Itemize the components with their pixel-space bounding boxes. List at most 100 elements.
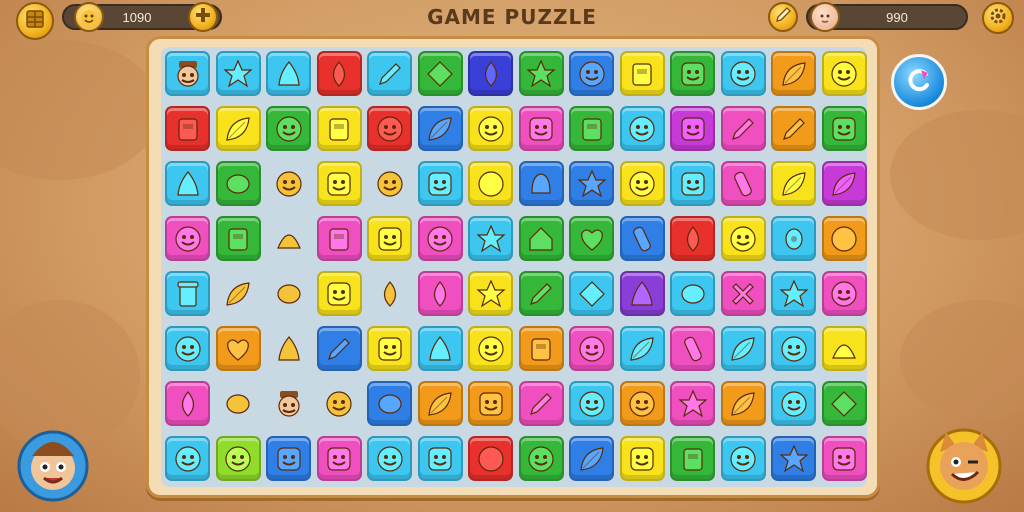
tile-circle[interactable] [821, 216, 867, 261]
tile-egg[interactable] [367, 381, 412, 426]
tile-cone[interactable] [417, 326, 463, 371]
tile-leaf[interactable] [216, 271, 261, 316]
tile-face[interactable] [417, 161, 463, 206]
tile-x[interactable] [720, 271, 766, 316]
tile-heart[interactable] [215, 326, 261, 371]
tile-smile[interactable] [266, 106, 311, 151]
tile-smile[interactable] [468, 326, 513, 371]
tile-face[interactable] [518, 106, 564, 151]
tile-star[interactable] [771, 271, 816, 316]
tile-face[interactable] [670, 161, 715, 206]
tile-face[interactable] [316, 161, 362, 206]
tile-leaf[interactable] [569, 436, 614, 481]
tile-face[interactable] [468, 381, 513, 426]
tile-circle[interactable] [468, 161, 513, 206]
tile-star[interactable] [569, 161, 614, 206]
tile-smile[interactable] [569, 326, 614, 371]
player-avatar[interactable] [14, 420, 92, 502]
tile-leaf[interactable] [720, 381, 766, 426]
tile-face[interactable] [316, 271, 362, 316]
tile-smile[interactable] [771, 381, 816, 426]
tile-smile[interactable] [518, 436, 564, 481]
tile-pencil[interactable] [518, 381, 564, 426]
tile-leaf[interactable] [771, 161, 816, 206]
tile-leaf[interactable] [417, 381, 463, 426]
tile-cone[interactable] [266, 51, 311, 96]
tile-smile[interactable] [619, 106, 665, 151]
tile-egg[interactable] [266, 271, 311, 316]
tile-circle[interactable] [468, 436, 513, 481]
tile-smile[interactable] [569, 381, 614, 426]
tile-pencil[interactable] [518, 271, 564, 316]
tile-star[interactable] [468, 216, 513, 261]
tile-box[interactable] [670, 436, 715, 481]
tile-smile[interactable] [619, 161, 665, 206]
tile-star[interactable] [215, 51, 261, 96]
tile-smile[interactable] [417, 216, 463, 261]
tile-leaf[interactable] [215, 106, 261, 151]
tile-bell[interactable] [518, 161, 564, 206]
tile-star[interactable] [670, 381, 715, 426]
tile-egg[interactable] [216, 381, 261, 426]
tile-face[interactable] [417, 436, 463, 481]
tile-star[interactable] [771, 436, 816, 481]
tile-face[interactable] [670, 106, 715, 151]
tile-cone[interactable] [266, 326, 311, 371]
tile-box[interactable] [619, 51, 665, 96]
tile-smile[interactable] [367, 436, 412, 481]
tile-smile[interactable] [165, 436, 210, 481]
tile-box[interactable] [569, 106, 614, 151]
tile-smile[interactable] [720, 216, 766, 261]
tile-face[interactable] [266, 436, 311, 481]
tile-bottle[interactable] [720, 161, 766, 206]
tile-pencil[interactable] [367, 51, 412, 96]
tile-leaf[interactable] [821, 161, 867, 206]
settings-button[interactable] [982, 2, 1014, 34]
tile-smile[interactable] [165, 216, 210, 261]
tile-leaf[interactable] [771, 51, 816, 96]
tile-can[interactable] [165, 271, 210, 316]
tile-box[interactable] [316, 216, 362, 261]
tile-smile[interactable] [165, 326, 210, 371]
tile-smile[interactable] [367, 106, 412, 151]
tile-egg[interactable] [215, 161, 261, 206]
tile-candy[interactable] [771, 216, 816, 261]
tile-pencil[interactable] [720, 106, 766, 151]
tile-smile[interactable] [771, 326, 816, 371]
edit-button[interactable] [768, 2, 798, 32]
tile-drop[interactable] [468, 51, 513, 96]
refresh-button[interactable] [891, 54, 947, 110]
tile-diamond[interactable] [417, 51, 463, 96]
tile-star[interactable] [468, 271, 513, 316]
tile-smile[interactable] [720, 436, 766, 481]
tile-drop[interactable] [670, 216, 715, 261]
tile-egg[interactable] [670, 271, 715, 316]
tile-drop[interactable] [165, 381, 210, 426]
tile-face[interactable] [821, 436, 867, 481]
tile-diamond[interactable] [569, 271, 614, 316]
tile-face[interactable] [367, 216, 412, 261]
tile-face[interactable] [670, 51, 715, 96]
tile-smile[interactable] [569, 51, 614, 96]
tile-heart[interactable] [569, 216, 614, 261]
tile-box[interactable] [518, 326, 564, 371]
tile-box[interactable] [215, 216, 261, 261]
tile-face-hat[interactable] [165, 51, 210, 96]
tile-leaf[interactable] [720, 326, 766, 371]
tile-shell[interactable] [821, 326, 867, 371]
tile-face[interactable] [316, 436, 362, 481]
tile-star[interactable] [518, 51, 564, 96]
tile-cone[interactable] [619, 271, 665, 316]
tile-smile[interactable] [468, 106, 513, 151]
tile-smile[interactable] [215, 436, 261, 481]
tile-drop[interactable] [417, 271, 463, 316]
tile-smile[interactable] [821, 51, 867, 96]
opponent-avatar[interactable] [922, 420, 1006, 506]
tile-bottle[interactable] [670, 326, 715, 371]
tile-smile[interactable] [317, 381, 362, 426]
tile-smile[interactable] [619, 381, 665, 426]
tile-leaf[interactable] [417, 106, 463, 151]
tile-drop[interactable] [367, 271, 412, 316]
tile-smile[interactable] [821, 271, 867, 316]
tile-smile[interactable] [367, 161, 412, 206]
